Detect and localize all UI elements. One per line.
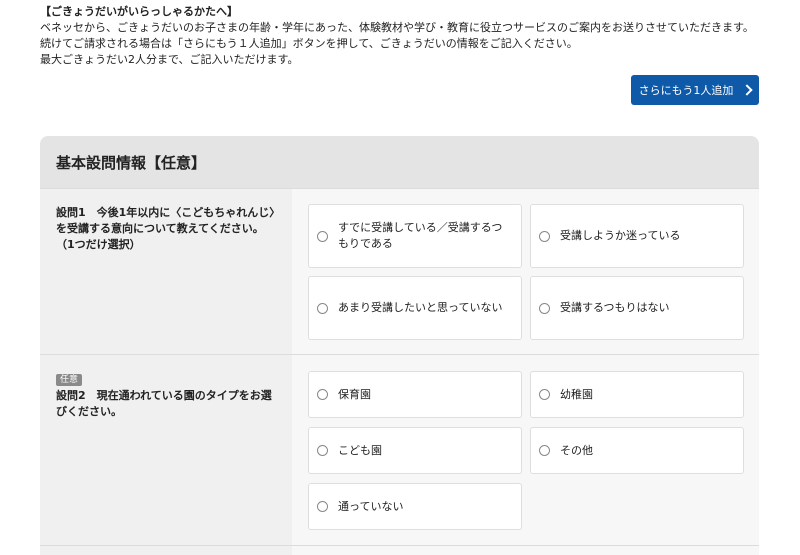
question-row-1: 設問1 今後1年以内に〈こどもちゃれんじ〉を受講する意向について教えてください。… [40, 188, 759, 355]
intro-line-1: ベネッセから、ごきょうだいのお子さまの年齢・学年にあった、体験教材や学び・教育に… [40, 21, 754, 34]
q2-option-5[interactable]: 通っていない [308, 483, 522, 530]
chevron-right-icon [741, 84, 753, 96]
question-2-text: 設問2 現在通われている園のタイプをお選びください。 [56, 389, 272, 418]
add-sibling-label: さらにもう1人追加 [638, 84, 734, 97]
intro-line-2: 続けてご請求される場合は「さらにもう１人追加」ボタンを押して、ごきょうだいの情報… [40, 37, 578, 50]
radio-icon[interactable] [539, 445, 550, 456]
radio-icon[interactable] [539, 302, 550, 314]
question-1-text: 設問1 今後1年以内に〈こどもちゃれんじ〉を受講する意向について教えてください。… [40, 189, 292, 355]
q1-option-2[interactable]: 受講しようか迷っている [530, 204, 744, 268]
section-title: 基本設問情報【任意】 [40, 136, 759, 188]
q2-option-4[interactable]: その他 [530, 427, 744, 474]
radio-icon[interactable] [317, 389, 328, 400]
intro-text: 【ごきょうだいがいらっしゃるかたへ】 ベネッセから、ごきょうだいのお子さまの年齢… [40, 4, 754, 68]
intro-title: 【ごきょうだいがいらっしゃるかたへ】 [40, 5, 238, 18]
q2-option-3[interactable]: こども園 [308, 427, 522, 474]
q2-option-2[interactable]: 幼稚園 [530, 371, 744, 418]
radio-icon[interactable] [539, 389, 550, 400]
radio-icon[interactable] [317, 230, 328, 242]
add-sibling-button[interactable]: さらにもう1人追加 [631, 75, 759, 105]
basic-questions-card: 基本設問情報【任意】 設問1 今後1年以内に〈こどもちゃれんじ〉を受講する意向に… [40, 136, 759, 555]
radio-icon[interactable] [539, 230, 550, 242]
question-row-2: 任意 設問2 現在通われている園のタイプをお選びください。 保育園 幼稚園 こど… [40, 354, 759, 546]
q1-option-3[interactable]: あまり受講したいと思っていない [308, 276, 522, 340]
q1-option-1[interactable]: すでに受講している／受講するつもりである [308, 204, 522, 268]
intro-line-3: 最大ごきょうだい2人分まで、ご記入いただけます。 [40, 53, 299, 66]
question-2-options: 保育園 幼稚園 こども園 その他 通っていない [292, 355, 759, 546]
question-row-3 [40, 545, 759, 555]
question-1-options: すでに受講している／受講するつもりである 受講しようか迷っている あまり受講した… [292, 189, 759, 355]
q2-option-1[interactable]: 保育園 [308, 371, 522, 418]
radio-icon[interactable] [317, 501, 328, 512]
q1-option-4[interactable]: 受講するつもりはない [530, 276, 744, 340]
optional-badge: 任意 [56, 374, 83, 386]
radio-icon[interactable] [317, 445, 328, 456]
radio-icon[interactable] [317, 302, 328, 314]
question-2-cell: 任意 設問2 現在通われている園のタイプをお選びください。 [40, 355, 292, 546]
